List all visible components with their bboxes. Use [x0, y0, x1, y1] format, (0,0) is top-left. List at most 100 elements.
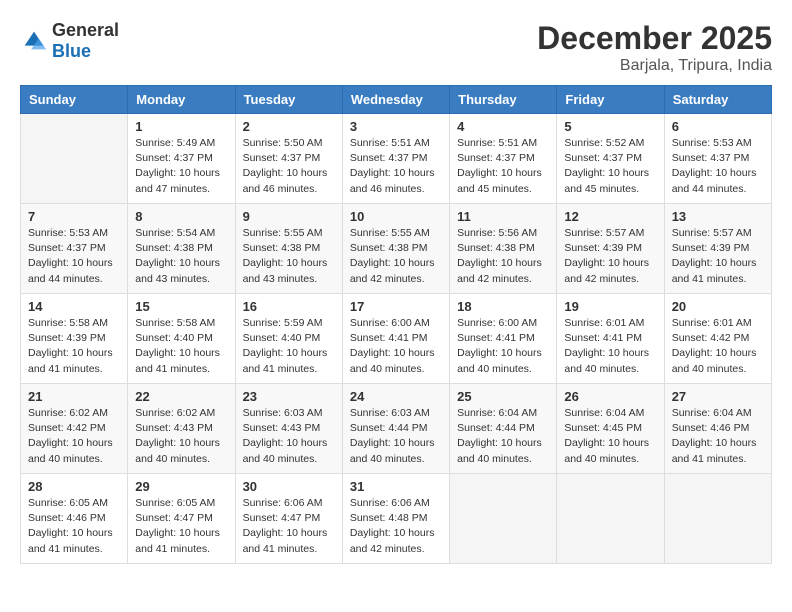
day-info: Sunrise: 6:06 AMSunset: 4:47 PMDaylight:… [243, 496, 335, 557]
day-number: 8 [135, 209, 227, 224]
day-info: Sunrise: 6:06 AMSunset: 4:48 PMDaylight:… [350, 496, 442, 557]
calendar-cell: 31 Sunrise: 6:06 AMSunset: 4:48 PMDayligh… [342, 474, 449, 564]
day-info: Sunrise: 6:01 AMSunset: 4:41 PMDaylight:… [564, 316, 656, 377]
day-number: 14 [28, 299, 120, 314]
day-number: 27 [672, 389, 764, 404]
day-info: Sunrise: 5:57 AMSunset: 4:39 PMDaylight:… [672, 226, 764, 287]
day-info: Sunrise: 5:58 AMSunset: 4:40 PMDaylight:… [135, 316, 227, 377]
calendar-cell: 13 Sunrise: 5:57 AMSunset: 4:39 PMDayligh… [664, 204, 771, 294]
day-number: 5 [564, 119, 656, 134]
day-number: 13 [672, 209, 764, 224]
title-area: December 2025 Barjala, Tripura, India [537, 20, 772, 75]
calendar-cell: 3Sunrise: 5:51 AMSunset: 4:37 PMDaylight… [342, 114, 449, 204]
calendar-cell: 6 Sunrise: 5:53 AMSunset: 4:37 PMDaylight… [664, 114, 771, 204]
logo-text-blue: Blue [52, 41, 91, 61]
calendar-table: SundayMondayTuesdayWednesdayThursdayFrid… [20, 85, 772, 564]
day-number: 29 [135, 479, 227, 494]
weekday-header-thursday: Thursday [450, 86, 557, 114]
calendar-cell: 18 Sunrise: 6:00 AMSunset: 4:41 PMDayligh… [450, 294, 557, 384]
calendar-cell: 2 Sunrise: 5:50 AMSunset: 4:37 PMDaylight… [235, 114, 342, 204]
day-number: 4 [457, 119, 549, 134]
calendar-cell: 19 Sunrise: 6:01 AMSunset: 4:41 PMDayligh… [557, 294, 664, 384]
calendar-cell [21, 114, 128, 204]
calendar-cell: 24Sunrise: 6:03 AMSunset: 4:44 PMDayligh… [342, 384, 449, 474]
day-number: 30 [243, 479, 335, 494]
calendar-cell: 23 Sunrise: 6:03 AMSunset: 4:43 PMDayligh… [235, 384, 342, 474]
calendar-cell: 17 Sunrise: 6:00 AMSunset: 4:41 PMDayligh… [342, 294, 449, 384]
day-info: Sunrise: 5:51 AMSunset: 4:37 PMDaylight:… [457, 136, 549, 197]
day-info: Sunrise: 6:05 AMSunset: 4:46 PMDaylight:… [28, 496, 120, 557]
calendar-cell: 8 Sunrise: 5:54 AMSunset: 4:38 PMDaylight… [128, 204, 235, 294]
calendar-cell: 4 Sunrise: 5:51 AMSunset: 4:37 PMDaylight… [450, 114, 557, 204]
logo-icon [20, 27, 48, 55]
weekday-header-saturday: Saturday [664, 86, 771, 114]
calendar-cell: 16Sunrise: 5:59 AMSunset: 4:40 PMDayligh… [235, 294, 342, 384]
calendar-cell: 26Sunrise: 6:04 AMSunset: 4:45 PMDayligh… [557, 384, 664, 474]
day-number: 9 [243, 209, 335, 224]
logo-wordmark: General Blue [52, 20, 119, 62]
calendar-cell: 1 Sunrise: 5:49 AMSunset: 4:37 PMDaylight… [128, 114, 235, 204]
calendar-cell [450, 474, 557, 564]
day-number: 23 [243, 389, 335, 404]
day-info: Sunrise: 5:49 AMSunset: 4:37 PMDaylight:… [135, 136, 227, 197]
calendar-cell: 12 Sunrise: 5:57 AMSunset: 4:39 PMDayligh… [557, 204, 664, 294]
day-number: 7 [28, 209, 120, 224]
day-number: 17 [350, 299, 442, 314]
day-number: 20 [672, 299, 764, 314]
weekday-header-friday: Friday [557, 86, 664, 114]
day-info: Sunrise: 5:56 AMSunset: 4:38 PMDaylight:… [457, 226, 549, 287]
calendar-cell: 11 Sunrise: 5:56 AMSunset: 4:38 PMDayligh… [450, 204, 557, 294]
calendar-week-3: 14 Sunrise: 5:58 AMSunset: 4:39 PMDayligh… [21, 294, 772, 384]
day-number: 6 [672, 119, 764, 134]
day-number: 18 [457, 299, 549, 314]
calendar-week-1: 1 Sunrise: 5:49 AMSunset: 4:37 PMDaylight… [21, 114, 772, 204]
day-number: 12 [564, 209, 656, 224]
day-info: Sunrise: 5:58 AMSunset: 4:39 PMDaylight:… [28, 316, 120, 377]
day-info: Sunrise: 5:59 AMSunset: 4:40 PMDaylight:… [243, 316, 335, 377]
weekday-header-tuesday: Tuesday [235, 86, 342, 114]
day-info: Sunrise: 6:03 AMSunset: 4:43 PMDaylight:… [243, 406, 335, 467]
day-number: 31 [350, 479, 442, 494]
day-info: Sunrise: 6:02 AMSunset: 4:43 PMDaylight:… [135, 406, 227, 467]
day-info: Sunrise: 6:03 AMSunset: 4:44 PMDaylight:… [350, 406, 442, 467]
calendar-week-2: 7Sunrise: 5:53 AMSunset: 4:37 PMDaylight… [21, 204, 772, 294]
calendar-week-4: 21Sunrise: 6:02 AMSunset: 4:42 PMDayligh… [21, 384, 772, 474]
day-number: 3 [350, 119, 442, 134]
day-info: Sunrise: 5:52 AMSunset: 4:37 PMDaylight:… [564, 136, 656, 197]
day-number: 2 [243, 119, 335, 134]
day-number: 11 [457, 209, 549, 224]
day-number: 28 [28, 479, 120, 494]
calendar-cell: 25Sunrise: 6:04 AMSunset: 4:44 PMDayligh… [450, 384, 557, 474]
day-info: Sunrise: 5:54 AMSunset: 4:38 PMDaylight:… [135, 226, 227, 287]
day-number: 15 [135, 299, 227, 314]
day-number: 25 [457, 389, 549, 404]
calendar-cell [664, 474, 771, 564]
day-number: 19 [564, 299, 656, 314]
day-number: 21 [28, 389, 120, 404]
day-info: Sunrise: 6:04 AMSunset: 4:46 PMDaylight:… [672, 406, 764, 467]
day-number: 1 [135, 119, 227, 134]
calendar-cell: 29 Sunrise: 6:05 AMSunset: 4:47 PMDayligh… [128, 474, 235, 564]
weekday-header-monday: Monday [128, 86, 235, 114]
calendar-cell: 22 Sunrise: 6:02 AMSunset: 4:43 PMDayligh… [128, 384, 235, 474]
day-info: Sunrise: 5:53 AMSunset: 4:37 PMDaylight:… [672, 136, 764, 197]
weekday-header-sunday: Sunday [21, 86, 128, 114]
calendar-cell: 9Sunrise: 5:55 AMSunset: 4:38 PMDaylight… [235, 204, 342, 294]
weekday-header-row: SundayMondayTuesdayWednesdayThursdayFrid… [21, 86, 772, 114]
calendar-cell: 10Sunrise: 5:55 AMSunset: 4:38 PMDayligh… [342, 204, 449, 294]
day-info: Sunrise: 6:00 AMSunset: 4:41 PMDaylight:… [350, 316, 442, 377]
calendar-cell: 7Sunrise: 5:53 AMSunset: 4:37 PMDaylight… [21, 204, 128, 294]
month-title: December 2025 [537, 20, 772, 57]
day-info: Sunrise: 5:50 AMSunset: 4:37 PMDaylight:… [243, 136, 335, 197]
day-number: 22 [135, 389, 227, 404]
logo-text-general: General [52, 20, 119, 40]
day-info: Sunrise: 5:55 AMSunset: 4:38 PMDaylight:… [350, 226, 442, 287]
day-info: Sunrise: 5:57 AMSunset: 4:39 PMDaylight:… [564, 226, 656, 287]
calendar-cell: 15 Sunrise: 5:58 AMSunset: 4:40 PMDayligh… [128, 294, 235, 384]
calendar-cell: 5 Sunrise: 5:52 AMSunset: 4:37 PMDaylight… [557, 114, 664, 204]
location-title: Barjala, Tripura, India [537, 57, 772, 75]
calendar-week-5: 28 Sunrise: 6:05 AMSunset: 4:46 PMDayligh… [21, 474, 772, 564]
day-info: Sunrise: 6:00 AMSunset: 4:41 PMDaylight:… [457, 316, 549, 377]
calendar-cell: 20Sunrise: 6:01 AMSunset: 4:42 PMDayligh… [664, 294, 771, 384]
day-info: Sunrise: 6:05 AMSunset: 4:47 PMDaylight:… [135, 496, 227, 557]
